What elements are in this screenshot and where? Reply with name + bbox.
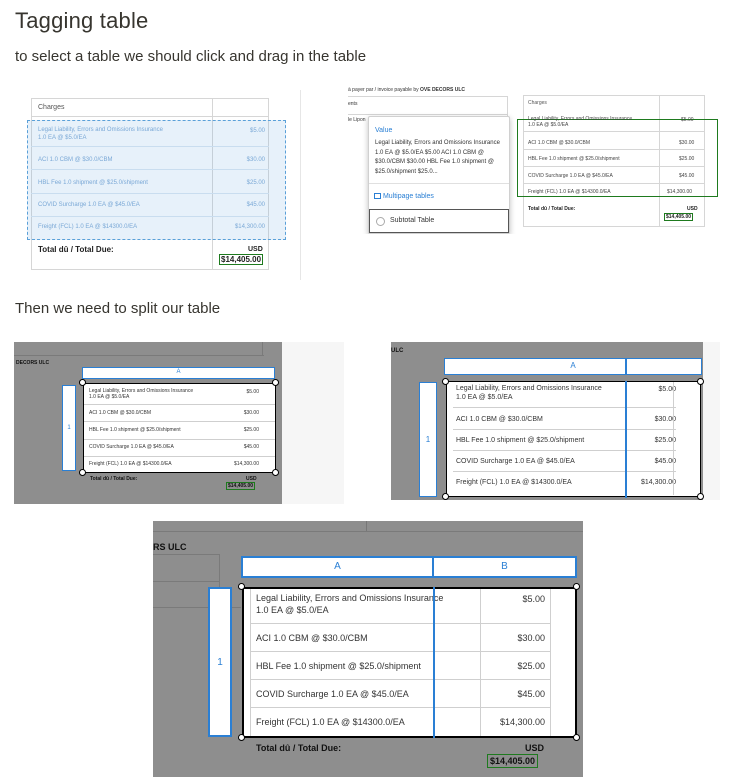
split-guide-line[interactable] <box>625 381 627 498</box>
split-small-screenshot: DECORS ULC A 1 Legal Liability, Errors a… <box>14 342 344 504</box>
resize-handle[interactable] <box>79 469 86 476</box>
select-table-screenshot: Charges Legal Liability, Errors and Omis… <box>27 90 303 280</box>
column-header-a[interactable]: A <box>444 358 702 375</box>
item-desc: HBL Fee 1.0 shipment @ $25.0/shipment <box>528 156 620 162</box>
resize-handle[interactable] <box>238 583 245 590</box>
intro-text: to select a table we should click and dr… <box>15 48 367 65</box>
item-amount: $25.00 <box>246 180 265 186</box>
currency-label: USD <box>248 246 263 253</box>
item-desc: HBL Fee 1.0 shipment @ $25.0/shipment <box>38 180 148 186</box>
column-header-a[interactable]: A <box>241 556 434 578</box>
item-desc: COVID Surcharge 1.0 EA @ $45.0/EA <box>38 202 140 208</box>
resize-handle[interactable] <box>272 379 279 386</box>
subtotal-label: Subtotal Table <box>390 217 435 224</box>
item-amount: $45.00 <box>679 173 695 179</box>
resize-handle[interactable] <box>697 378 704 385</box>
value-text: Legal Liability, Errors and Omissions In… <box>375 140 500 175</box>
subtotal-table-option[interactable]: Subtotal Table <box>369 209 509 233</box>
item-desc: 1.0 EA @ $5.0/EA <box>528 122 569 128</box>
item-amount: $30.00 <box>246 157 265 163</box>
item-amount: $25.00 <box>679 156 695 162</box>
split-medium-screenshot: ULC A 1 Legal Liability, Errors and Omis… <box>391 342 720 500</box>
item-desc: Freight (FCL) 1.0 EA @ $14300.0/EA <box>528 189 611 195</box>
payer-name: OVE DECORS ULC <box>420 87 466 93</box>
total-amount: $14,405.00 <box>226 482 256 490</box>
row-header-1[interactable]: 1 <box>419 382 437 497</box>
item-amount: $30.00 <box>679 140 695 146</box>
company-name: ULC <box>391 348 404 354</box>
item-desc: ACI 1.0 CBM @ $30.0/CBM <box>38 157 113 163</box>
popup-screenshot: à payer par / invoice payable by OVE DEC… <box>345 84 720 234</box>
item-desc: ACI 1.0 CBM @ $30.0/CBM <box>528 140 591 146</box>
column-header-a[interactable]: A <box>82 367 275 379</box>
total-label: Total dû / Total Due: <box>38 245 114 254</box>
multipage-tables-button[interactable]: Multipage tables <box>374 193 434 200</box>
resize-handle[interactable] <box>442 378 449 385</box>
item-desc: Legal Liability, Errors and Omissions In… <box>38 127 163 133</box>
payable-label: à payer par / invoice payable by <box>348 87 419 93</box>
resize-handle[interactable] <box>573 583 580 590</box>
resize-handle[interactable] <box>573 734 580 741</box>
total-amount: $14,405.00 <box>664 213 694 221</box>
item-desc: Freight (FCL) 1.0 EA @ $14300.0/EA <box>38 224 138 230</box>
field-popup[interactable]: Value Legal Liability, Errors and Omissi… <box>368 116 510 234</box>
charges-header: Charges <box>38 104 65 111</box>
table-icon <box>374 193 381 200</box>
item-amount: $14,300.00 <box>234 224 265 230</box>
item-amount: $5.00 <box>681 117 694 123</box>
column-header-b[interactable]: B <box>434 556 577 578</box>
resize-handle[interactable] <box>238 734 245 741</box>
company-name: DECORS ULC <box>16 360 50 366</box>
item-amount: $14,300.00 <box>667 189 693 195</box>
split-guide-line[interactable] <box>433 587 435 738</box>
split-large-screenshot: RS ULC A B 1 Legal Liability, Errors and… <box>153 521 583 777</box>
total-amount: $14,405.00 <box>219 254 264 265</box>
total-amount: $14,405.00 <box>487 754 539 768</box>
split-text: Then we need to split our table <box>15 300 221 317</box>
resize-handle[interactable] <box>442 493 449 500</box>
currency-label: USD <box>687 206 698 212</box>
item-amount: $5.00 <box>249 128 265 134</box>
page-title: Tagging table <box>15 8 149 33</box>
item-desc: COVID Surcharge 1.0 EA @ $45.0/EA <box>528 173 613 179</box>
resize-handle[interactable] <box>272 469 279 476</box>
split-table[interactable]: Legal Liability, Errors and Omissions In… <box>242 587 577 738</box>
item-desc: 1.0 EA @ $5.0/EA <box>38 135 87 141</box>
value-label: Value <box>375 127 393 134</box>
row-header-1[interactable]: 1 <box>62 385 76 471</box>
split-table[interactable]: Legal Liability, Errors and Omissions In… <box>83 383 276 473</box>
company-name: RS ULC <box>153 542 187 552</box>
row-header-1[interactable]: 1 <box>208 587 232 737</box>
item-amount: $45.00 <box>246 202 265 208</box>
resize-handle[interactable] <box>79 379 86 386</box>
radio-icon <box>376 217 385 226</box>
field-label: le Lipon <box>348 117 366 123</box>
split-table[interactable]: Legal Liability, Errors and Omissions In… <box>446 381 701 497</box>
multipage-label: Multipage tables <box>382 193 434 200</box>
resize-handle[interactable] <box>697 493 704 500</box>
charges-header: Charges <box>528 100 547 106</box>
total-label: Total dû / Total Due: <box>528 206 576 212</box>
field-label: ents <box>348 101 358 107</box>
